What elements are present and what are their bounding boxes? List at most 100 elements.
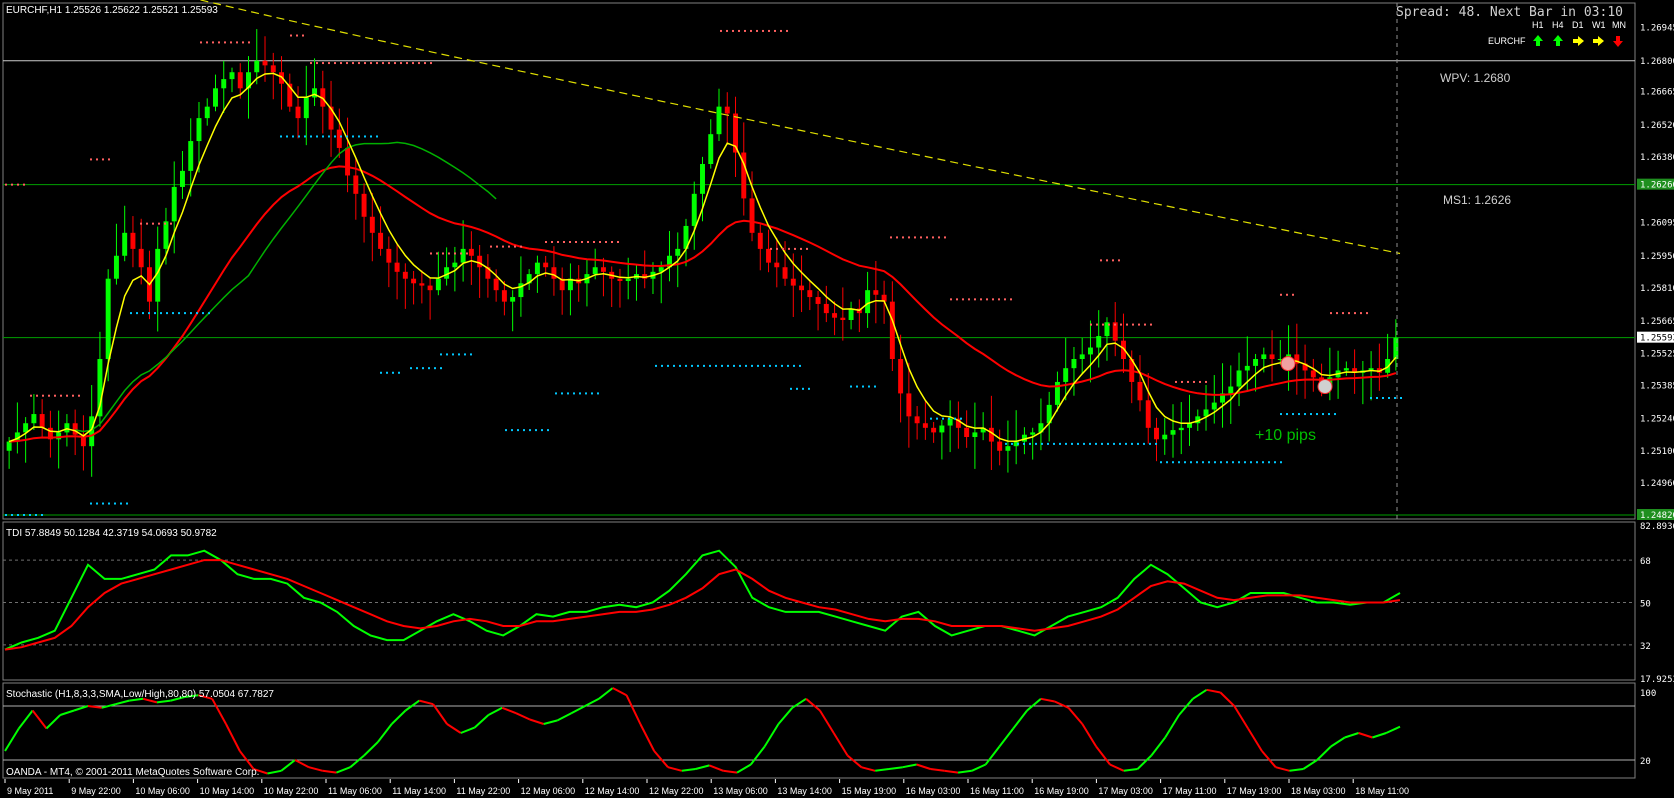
resistance-dot — [774, 29, 776, 32]
candle-body — [460, 248, 466, 263]
resistance-dot — [48, 394, 50, 397]
time-label: 10 May 14:00 — [200, 786, 255, 796]
support-dot — [458, 353, 460, 356]
support-dot — [930, 417, 932, 420]
resistance-dot — [454, 252, 456, 255]
support-dot — [334, 135, 336, 138]
candle-body — [1170, 430, 1176, 435]
resistance-dot — [756, 29, 758, 32]
candle-body — [295, 106, 301, 119]
time-label: 11 May 14:00 — [392, 786, 446, 796]
support-dot — [1166, 461, 1168, 464]
support-dot — [942, 417, 944, 420]
resistance-dot — [436, 252, 438, 255]
resistance-dot — [782, 247, 784, 250]
resistance-dot — [557, 241, 559, 243]
resistance-dot — [1144, 323, 1146, 326]
support-dot — [787, 364, 789, 367]
support-dot — [1376, 397, 1378, 399]
tdi-tick-label: 32 — [1640, 642, 1651, 652]
support-dot — [5, 514, 7, 516]
support-dot — [1298, 413, 1300, 416]
support-dot — [954, 417, 956, 420]
resistance-dot — [520, 245, 522, 248]
support-dot — [1310, 413, 1312, 416]
support-dot — [541, 429, 543, 432]
support-dot — [1113, 442, 1115, 445]
support-dot — [757, 364, 759, 367]
support-dot — [1035, 442, 1037, 445]
support-dot — [936, 417, 938, 420]
resistance-dot — [442, 252, 444, 255]
resistance-dot — [514, 245, 516, 248]
resistance-dot — [212, 41, 214, 44]
time-label: 11 May 06:00 — [328, 786, 382, 796]
support-dot — [1268, 461, 1270, 464]
resistance-dot — [412, 62, 414, 65]
candle-body — [749, 198, 755, 233]
resistance-dot — [1354, 312, 1356, 315]
support-dot — [1280, 413, 1282, 416]
candle-body — [848, 308, 854, 320]
candle-body — [914, 416, 920, 424]
support-dot — [874, 385, 876, 388]
candle-body — [551, 267, 557, 279]
resistance-dot — [902, 236, 904, 239]
support-dot — [1083, 442, 1085, 445]
support-dot — [114, 502, 116, 505]
support-dot — [1226, 461, 1228, 464]
resistance-dot — [599, 241, 601, 243]
resistance-dot — [200, 41, 202, 44]
candle-body — [1087, 347, 1093, 355]
resistance-dot — [974, 298, 976, 301]
resistance-dot — [1205, 380, 1207, 383]
support-dot — [679, 364, 681, 367]
support-dot — [1382, 397, 1384, 399]
support-dot — [862, 385, 864, 388]
resistance-dot — [938, 236, 940, 239]
resistance-dot — [1187, 380, 1189, 383]
candle-body — [1211, 402, 1217, 410]
support-dot — [573, 392, 575, 395]
candle-body — [196, 118, 202, 142]
support-dot — [23, 514, 25, 516]
support-dot — [304, 135, 306, 138]
support-dot — [380, 371, 382, 374]
support-dot — [721, 364, 723, 367]
candle-body — [790, 278, 796, 286]
candle-body — [617, 278, 623, 281]
support-dot — [793, 364, 795, 367]
support-dot — [184, 312, 186, 315]
trade-exit-marker — [1317, 379, 1333, 395]
resistance-dot — [322, 62, 324, 65]
resistance-dot — [1199, 380, 1201, 383]
support-dot — [410, 367, 412, 370]
candle-body — [468, 248, 474, 256]
candle-body — [378, 232, 384, 249]
support-dot — [1119, 442, 1121, 445]
resistance-dot — [66, 394, 68, 397]
candle-body — [708, 134, 714, 164]
candle-body — [303, 97, 309, 119]
support-dot — [428, 367, 430, 370]
resistance-dot — [316, 62, 318, 65]
resistance-dot — [11, 183, 13, 186]
support-dot — [597, 392, 599, 395]
support-dot — [142, 312, 144, 315]
resistance-dot — [328, 62, 330, 65]
support-dot — [126, 502, 128, 505]
support-dot — [1071, 442, 1073, 445]
candle-body — [700, 164, 705, 194]
resistance-dot — [890, 236, 892, 239]
trading-chart[interactable]: 1.27080 1.26945 1.26800 1.26665 1.26520 1.263… — [0, 0, 1674, 798]
time-axis: 9 May 2011 9 May 22:00 10 May 06:00 10 May … — [4, 779, 1409, 796]
resistance-dot — [920, 236, 922, 239]
support-dot — [790, 387, 792, 390]
support-dot — [41, 514, 43, 516]
support-dot — [511, 429, 513, 432]
support-dot — [1155, 442, 1157, 445]
candle-body — [64, 423, 70, 433]
resistance-dot — [96, 158, 98, 161]
time-label: 9 May 22:00 — [71, 786, 121, 796]
time-label: 16 May 19:00 — [1034, 786, 1089, 796]
